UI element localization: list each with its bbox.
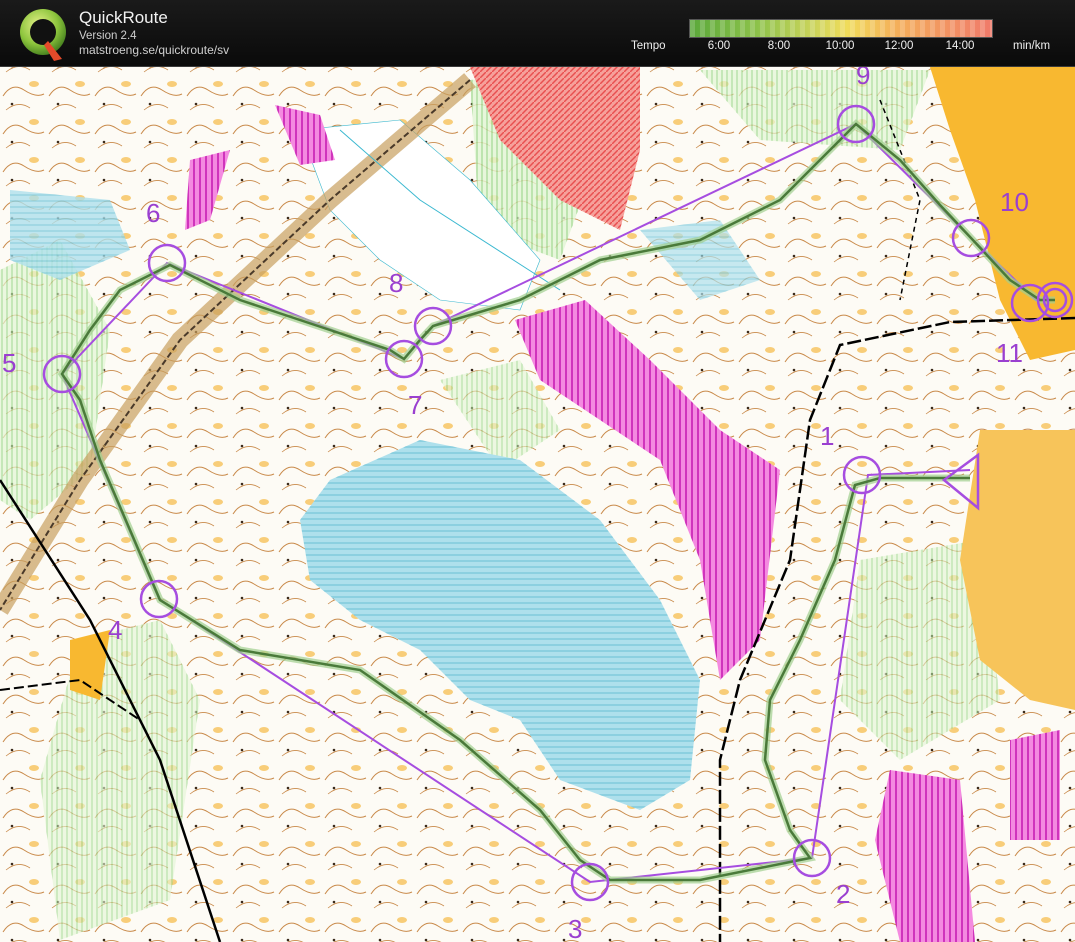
control-number: 5 <box>2 348 16 378</box>
tempo-tick: 6:00 <box>707 40 731 52</box>
tempo-tick: 10:00 <box>825 40 855 52</box>
control-number: 2 <box>836 879 850 909</box>
quickroute-logo-icon: Q <box>20 9 66 61</box>
control-number: 3 <box>568 914 582 942</box>
tempo-legend-label: Tempo <box>631 40 666 52</box>
tempo-tick: 14:00 <box>945 40 975 52</box>
app-url: matstroeng.se/quickroute/sv <box>79 43 230 57</box>
orienteering-map[interactable]: 1 2 3 4 5 6 7 8 9 10 11 <box>0 67 1075 942</box>
app-name: QuickRoute <box>79 8 168 27</box>
control-number: 9 <box>856 67 870 90</box>
tempo-color-scale <box>689 19 993 38</box>
control-number: 4 <box>108 615 122 645</box>
tempo-tick: 12:00 <box>884 40 914 52</box>
app-header: Q QuickRoute Version 2.4 matstroeng.se/q… <box>0 0 1075 67</box>
control-number: 10 <box>1000 187 1029 217</box>
app-version: Version 2.4 <box>79 30 137 42</box>
restricted-area <box>1010 730 1060 840</box>
control-number: 1 <box>820 421 834 451</box>
control-number: 6 <box>146 198 160 228</box>
control-number: 8 <box>389 268 403 298</box>
tempo-unit-label: min/km <box>1013 40 1051 52</box>
control-number: 11 <box>996 338 1023 368</box>
tempo-tick: 8:00 <box>767 40 791 52</box>
control-number: 7 <box>408 390 422 420</box>
